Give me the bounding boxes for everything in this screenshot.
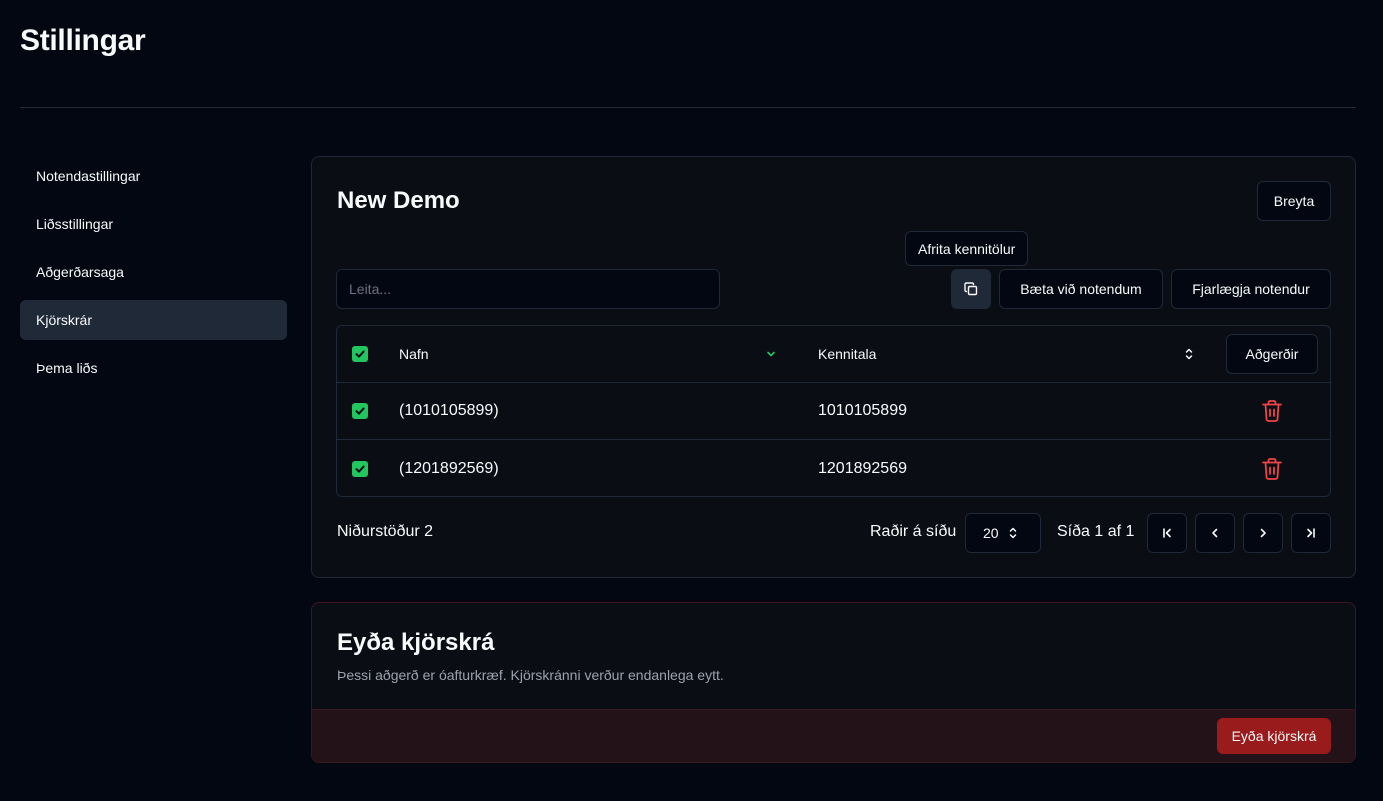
copy-kennitolur-button[interactable] [951, 269, 991, 309]
results-count: Niðurstöður 2 [337, 523, 434, 540]
voter-list-title: New Demo [337, 187, 460, 214]
check-icon [355, 350, 365, 358]
sidebar-item-label: Liðsstillingar [36, 216, 114, 232]
chevrons-up-down-icon[interactable] [1183, 347, 1195, 361]
rows-per-page-select[interactable]: 20 [965, 513, 1041, 553]
table-row: (1201892569) 1201892569 [337, 440, 1330, 497]
add-users-button[interactable]: Bæta við notendum [999, 269, 1163, 309]
select-all-checkbox[interactable] [352, 346, 368, 362]
sidebar-item-team-settings[interactable]: Liðsstillingar [20, 204, 287, 244]
sidebar-item-label: Aðgerðarsaga [36, 264, 124, 280]
copy-icon [963, 281, 979, 297]
first-page-button[interactable] [1147, 513, 1187, 553]
page-info: Síða 1 af 1 [1057, 523, 1135, 540]
page-title: Stillingar [20, 24, 146, 57]
settings-sidebar: Notendastillingar Liðsstillingar Aðgerða… [20, 156, 287, 396]
check-icon [355, 407, 365, 415]
trash-icon[interactable] [1261, 399, 1283, 423]
rows-per-page-value: 20 [983, 525, 999, 541]
column-header-name[interactable]: Nafn [399, 346, 429, 362]
voter-table: Nafn Kennitala Aðgerðir (1010105899) 101… [336, 325, 1331, 497]
chevron-down-icon[interactable] [765, 348, 777, 360]
sidebar-item-team-theme[interactable]: Þema liðs [20, 348, 287, 388]
edit-button[interactable]: Breyta [1257, 181, 1331, 221]
row-checkbox[interactable] [352, 460, 368, 477]
column-header-kennitala[interactable]: Kennitala [818, 346, 876, 362]
chevron-right-icon [1256, 526, 1270, 540]
chevrons-up-down-icon [1007, 526, 1019, 540]
copy-tooltip: Afrita kennitölur [905, 231, 1029, 266]
delete-voter-list-card: Eyða kjörskrá Þessi aðgerð er óafturkræf… [311, 602, 1356, 763]
row-name: (1201892569) [399, 459, 499, 477]
header-divider [20, 107, 1356, 108]
chevron-left-icon [1208, 526, 1222, 540]
sidebar-item-voter-lists[interactable]: Kjörskrár [20, 300, 287, 340]
sidebar-item-label: Notendastillingar [36, 168, 141, 184]
voter-list-card: New Demo Breyta Afrita kennitölur Bæta v… [311, 156, 1356, 578]
danger-description: Þessi aðgerð er óafturkræf. Kjörskránni … [337, 667, 724, 683]
danger-footer: Eyða kjörskrá [312, 709, 1355, 762]
danger-title: Eyða kjörskrá [337, 629, 495, 656]
rows-per-page-label: Raðir á síðu [870, 523, 957, 540]
chevrons-left-bar-icon [1160, 526, 1174, 540]
sidebar-item-user-settings[interactable]: Notendastillingar [20, 156, 287, 196]
row-kennitala: 1010105899 [818, 402, 907, 419]
next-page-button[interactable] [1243, 513, 1283, 553]
remove-users-button[interactable]: Fjarlægja notendur [1171, 269, 1331, 309]
chevrons-right-bar-icon [1304, 526, 1318, 540]
row-checkbox[interactable] [352, 403, 368, 419]
search-input[interactable] [336, 269, 720, 309]
last-page-button[interactable] [1291, 513, 1331, 553]
sidebar-item-label: Kjörskrár [36, 312, 93, 328]
sidebar-item-action-history[interactable]: Aðgerðarsaga [20, 252, 287, 292]
table-header-row: Nafn Kennitala Aðgerðir [337, 326, 1330, 383]
row-name: (1010105899) [399, 402, 499, 419]
previous-page-button[interactable] [1195, 513, 1235, 553]
trash-icon[interactable] [1261, 457, 1283, 481]
table-row: (1010105899) 1010105899 [337, 383, 1330, 440]
delete-voter-list-button[interactable]: Eyða kjörskrá [1217, 718, 1331, 754]
sidebar-item-label: Þema liðs [36, 360, 98, 376]
check-icon [355, 465, 365, 473]
row-kennitala: 1201892569 [818, 459, 907, 477]
actions-button[interactable]: Aðgerðir [1226, 334, 1318, 374]
